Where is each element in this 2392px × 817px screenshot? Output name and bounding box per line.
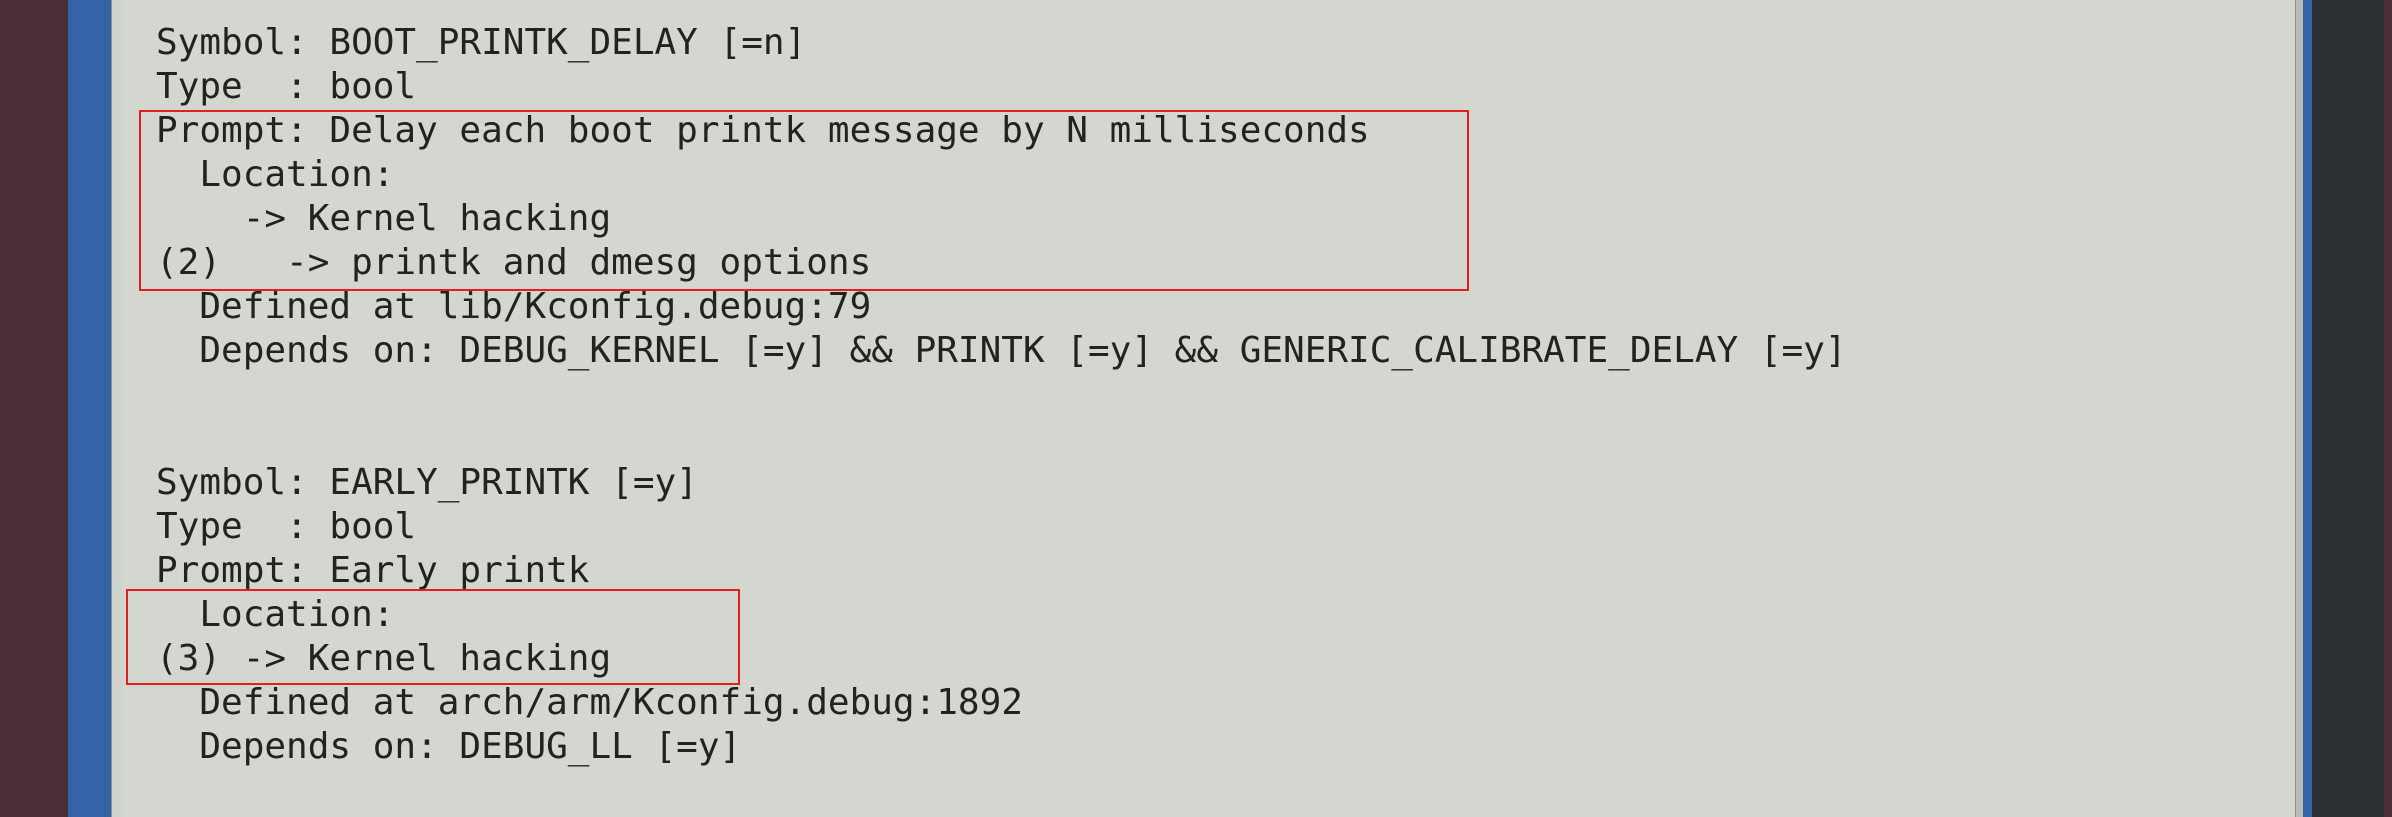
symbol-prompt-line: Prompt: Early printk (156, 550, 590, 591)
dialog-frame-right (2303, 0, 2312, 817)
highlight-box-prompt-location (139, 110, 1469, 291)
highlight-box-location (126, 589, 740, 685)
desktop-edge-right (2384, 0, 2392, 817)
symbol-depends-line: Depends on: DEBUG_LL [=y] (156, 726, 742, 767)
desktop-background-right (2312, 0, 2392, 817)
symbol-depends-line: Depends on: DEBUG_KERNEL [=y] && PRINTK … (156, 330, 1847, 371)
symbol-name-line: Symbol: EARLY_PRINTK [=y] (156, 462, 698, 503)
dialog-border-right (2295, 0, 2303, 817)
symbol-name-line: Symbol: BOOT_PRINTK_DELAY [=n] (156, 22, 807, 63)
symbol-type-line: Type : bool (156, 506, 417, 547)
symbol-defined-line: Defined at lib/Kconfig.debug:79 (156, 286, 872, 327)
symbol-type-line: Type : bool (156, 66, 417, 107)
dialog-frame-left (68, 0, 111, 817)
desktop-background-left (0, 0, 68, 817)
symbol-defined-line: Defined at arch/arm/Kconfig.debug:1892 (156, 682, 1023, 723)
